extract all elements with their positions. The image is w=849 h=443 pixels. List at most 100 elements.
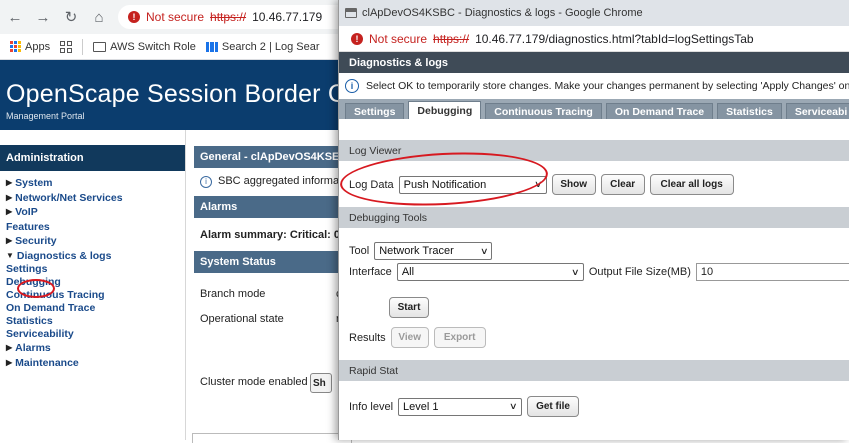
tool-label: Tool bbox=[349, 245, 370, 257]
popup-window-title: clApDevOS4KSBC - Diagnostics & logs - Go… bbox=[362, 7, 643, 19]
general-info-row: i SBC aggregated informati bbox=[200, 175, 345, 188]
tab-on-demand-trace[interactable]: On Demand Trace bbox=[605, 103, 714, 119]
interface-row: Interface All ∨ Output File Size(MB) 10 bbox=[349, 263, 849, 281]
tool-selected: Network Tracer bbox=[379, 245, 454, 257]
chevron-down-icon: ∨ bbox=[534, 179, 543, 189]
tab-serviceability[interactable]: Serviceabi bbox=[785, 103, 849, 119]
cluster-show-button[interactable]: Sh bbox=[310, 373, 332, 393]
info-level-select[interactable]: Level 1 ∨ bbox=[398, 397, 523, 416]
expand-triangle-icon: ▶ bbox=[6, 192, 13, 202]
https-scheme: https:// bbox=[210, 10, 247, 24]
sidebar-item-diagnostics[interactable]: ▼ Diagnostics & logs bbox=[6, 249, 185, 264]
results-row: Results View Export bbox=[349, 327, 486, 348]
output-file-size-input[interactable]: 10 bbox=[695, 263, 849, 281]
log-data-selected: Push Notification bbox=[403, 178, 487, 191]
alarm-summary-row: Alarm summary: Critical: 0 bbox=[200, 229, 340, 241]
info-icon: i bbox=[345, 79, 359, 93]
sidebar-heading: Administration bbox=[0, 145, 185, 171]
sidebar-item-maintenance[interactable]: ▶ Maintenance bbox=[6, 356, 185, 371]
tab-groups-icon[interactable] bbox=[60, 40, 73, 53]
tab-statistics[interactable]: Statistics bbox=[717, 103, 782, 119]
bookmark-apps[interactable]: Apps bbox=[10, 41, 50, 53]
cluster-mode-label: Cluster mode enabled bbox=[200, 376, 308, 388]
sidebar-item-network[interactable]: ▶ Network/Net Services bbox=[6, 191, 185, 206]
home-icon[interactable]: ⌂ bbox=[90, 8, 108, 26]
sidebar-item-alarms[interactable]: ▶ Alarms bbox=[6, 341, 185, 356]
export-button[interactable]: Export bbox=[433, 327, 486, 348]
divider bbox=[82, 38, 84, 55]
start-button[interactable]: Start bbox=[389, 297, 429, 318]
sidebar-item-voip[interactable]: ▶ VoIP bbox=[6, 205, 185, 220]
warning-icon: ! bbox=[128, 11, 140, 23]
sidebar-item-label: VoIP bbox=[15, 206, 38, 218]
tab-settings[interactable]: Settings bbox=[345, 103, 405, 119]
get-file-button[interactable]: Get file bbox=[527, 396, 580, 417]
interface-selected: All bbox=[401, 266, 415, 278]
tool-select[interactable]: Network Tracer ∨ bbox=[374, 242, 493, 260]
tab-debugging[interactable]: Debugging bbox=[408, 101, 482, 119]
debugging-tools-section: Debugging Tools bbox=[339, 207, 849, 228]
notice-row: i Select OK to temporarily store changes… bbox=[339, 73, 849, 99]
alarm-critical-value: Critical: 0 bbox=[289, 229, 341, 241]
expand-triangle-icon: ▶ bbox=[6, 343, 13, 352]
address-bar[interactable]: ! Not secure https:// 10.46.77.179 bbox=[118, 5, 358, 29]
general-info-text: SBC aggregated informati bbox=[218, 175, 345, 187]
back-arrow-icon[interactable]: ← bbox=[6, 8, 24, 26]
apps-grid-icon bbox=[10, 41, 21, 52]
expand-triangle-icon: ▶ bbox=[6, 236, 13, 245]
clear-button[interactable]: Clear bbox=[600, 174, 645, 195]
bookmark-aws-switch-role[interactable]: AWS Switch Role bbox=[93, 41, 196, 53]
expand-triangle-icon: ▶ bbox=[6, 357, 13, 367]
clear-all-logs-button[interactable]: Clear all logs bbox=[649, 174, 734, 195]
warning-icon: ! bbox=[351, 32, 363, 45]
chevron-down-icon: ∨ bbox=[509, 401, 519, 411]
tab-continuous-tracing[interactable]: Continuous Tracing bbox=[485, 103, 602, 119]
chevron-down-icon: ∨ bbox=[571, 266, 580, 277]
interface-select[interactable]: All ∨ bbox=[396, 263, 584, 281]
sidebar-item-system[interactable]: ▶ System bbox=[6, 176, 185, 191]
tool-row: Tool Network Tracer ∨ bbox=[349, 242, 493, 260]
log-data-label: Log Data bbox=[349, 178, 394, 191]
sidebar-subitem-on-demand-trace[interactable]: On Demand Trace bbox=[6, 302, 185, 315]
bookmark-label: Search 2 | Log Sear bbox=[221, 40, 320, 53]
content-box bbox=[192, 433, 352, 443]
interface-label: Interface bbox=[349, 266, 392, 278]
chevron-down-icon: ∨ bbox=[479, 245, 489, 256]
log-data-select[interactable]: Push Notification ∨ bbox=[398, 175, 547, 194]
app-title: OpenScape Session Border Cor bbox=[6, 80, 369, 108]
sidebar-item-label: System bbox=[15, 177, 53, 189]
sidebar-subitem-serviceability[interactable]: Serviceability bbox=[6, 328, 185, 341]
bookmark-label: Apps bbox=[25, 40, 51, 53]
reload-icon[interactable]: ↻ bbox=[62, 8, 80, 26]
sidebar-item-label: Maintenance bbox=[15, 356, 79, 369]
info-level-selected: Level 1 bbox=[403, 400, 439, 413]
sidebar-subitem-debugging[interactable]: Debugging bbox=[6, 276, 185, 289]
rapid-stat-section: Rapid Stat bbox=[339, 360, 849, 381]
diagnostics-popup-window: clApDevOS4KSBC - Diagnostics & logs - Go… bbox=[338, 0, 849, 440]
sidebar-subitem-statistics[interactable]: Statistics bbox=[6, 315, 185, 328]
sidebar-item-label: Features bbox=[6, 220, 50, 233]
info-level-label: Info level bbox=[349, 400, 394, 413]
popup-address-bar[interactable]: ! Not secure https:// 10.46.77.179/diagn… bbox=[339, 26, 849, 52]
popup-titlebar: clApDevOS4KSBC - Diagnostics & logs - Go… bbox=[339, 0, 849, 26]
sidebar-item-label: Network/Net Services bbox=[15, 191, 123, 204]
operational-state-label: Operational state bbox=[200, 313, 284, 325]
show-button[interactable]: Show bbox=[551, 174, 596, 195]
app-subtitle: Management Portal bbox=[6, 111, 85, 121]
collapse-triangle-icon: ▼ bbox=[6, 250, 14, 260]
window-icon bbox=[345, 8, 357, 18]
sidebar-item-security[interactable]: ▶ Security bbox=[6, 234, 185, 249]
bookmark-search[interactable]: Search 2 | Log Sear bbox=[205, 40, 320, 53]
forward-arrow-icon[interactable]: → bbox=[34, 8, 52, 26]
sidebar-subitem-continuous-tracing[interactable]: Continuous Tracing bbox=[6, 289, 185, 302]
info-level-row: Info level Level 1 ∨ Get file bbox=[349, 396, 580, 417]
sidebar-item-features[interactable]: ▶Features bbox=[6, 220, 185, 235]
view-button[interactable]: View bbox=[390, 327, 429, 348]
sidebar-subitem-settings[interactable]: Settings bbox=[6, 263, 185, 276]
notice-text: Select OK to temporarily store changes. … bbox=[366, 80, 849, 92]
not-secure-label: Not secure bbox=[146, 10, 205, 24]
expand-triangle-icon: ▶ bbox=[6, 178, 13, 187]
sidebar: Administration ▶ System ▶ Network/Net Serv… bbox=[0, 130, 186, 440]
address-host: 10.46.77.179 bbox=[252, 10, 323, 24]
sidebar-item-label: Security bbox=[15, 235, 57, 247]
